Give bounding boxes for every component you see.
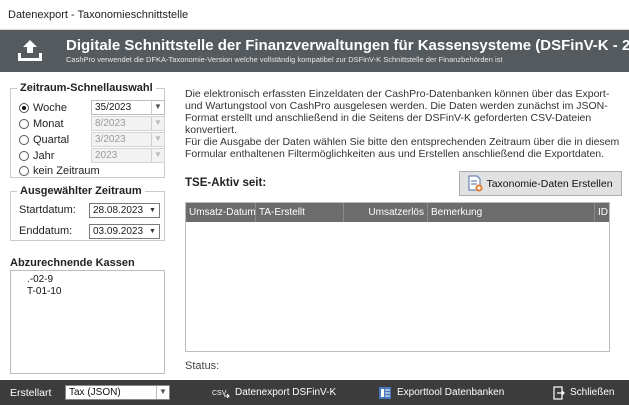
column-header-id[interactable]: ID — [595, 203, 609, 222]
radio-quartal[interactable]: Quartal — [19, 132, 69, 147]
footer-bar: Erstellart Tax (JSON) ▼ CSV Datenexport … — [0, 380, 629, 405]
column-header-ta-erstellt[interactable]: TA-Erstellt — [256, 203, 344, 222]
radio-kein-zeitraum[interactable]: kein Zeitraum — [19, 163, 100, 178]
kassen-list[interactable]: .-02-9 T-01-10 — [10, 270, 165, 374]
monat-value: 8/2023 — [95, 118, 126, 129]
chevron-down-icon: ▼ — [151, 133, 164, 146]
radio-monat[interactable]: Monat — [19, 116, 64, 131]
radio-circle[interactable] — [19, 150, 29, 161]
create-taxonomy-button[interactable]: Taxonomie-Daten Erstellen — [459, 171, 622, 196]
kassen-title: Abzurechnende Kassen — [10, 257, 135, 269]
window-titlebar: Datenexport - Taxonomieschnittstelle — [0, 0, 629, 30]
export-dsfinvk-label: Datenexport DSFinV-K — [235, 387, 337, 398]
create-taxonomy-label: Taxonomie-Daten Erstellen — [486, 177, 613, 190]
radio-circle[interactable] — [19, 118, 29, 129]
start-date-value: 28.08.2023 — [93, 205, 144, 216]
woche-select[interactable]: 35/2023 ▼ — [91, 100, 165, 115]
selected-range-group: Ausgewählter Zeitraum Startdatum: 28.08.… — [10, 185, 165, 241]
exporttool-button[interactable]: Exporttool Datenbanken — [378, 383, 504, 402]
upload-tray-icon — [18, 40, 42, 61]
start-date-label: Startdatum: — [19, 204, 76, 216]
chevron-down-icon: ▼ — [151, 117, 164, 130]
jahr-select: 2023 ▼ — [91, 148, 165, 163]
document-add-icon — [468, 175, 483, 192]
right-panel: Die elektronisch erfassten Einzeldaten d… — [185, 84, 625, 374]
erstellart-value: Tax (JSON) — [69, 387, 121, 398]
exporttool-label: Exporttool Datenbanken — [397, 387, 505, 398]
column-header-umsatzerloes[interactable]: Umsatzerlös — [344, 203, 428, 222]
radio-label: kein Zeitraum — [33, 164, 100, 177]
chevron-down-icon: ▼ — [151, 149, 164, 162]
radio-label: Woche — [33, 101, 68, 114]
calendar-dropdown-icon[interactable]: ▼ — [147, 205, 158, 216]
column-header-bemerkung[interactable]: Bemerkung — [428, 203, 595, 222]
start-date-field[interactable]: 28.08.2023 ▼ — [89, 203, 160, 218]
end-date-label: Enddatum: — [19, 225, 73, 237]
end-date-value: 03.09.2023 — [93, 226, 144, 237]
radio-woche[interactable]: Woche — [19, 100, 67, 115]
quartal-value: 3/2023 — [95, 134, 126, 145]
header-title: Digitale Schnittstelle der Finanzverwalt… — [66, 37, 629, 54]
monat-select: 8/2023 ▼ — [91, 116, 165, 131]
table-header: Umsatz-Datum TA-Erstellt Umsatzerlös Bem… — [186, 203, 609, 222]
radio-jahr[interactable]: Jahr — [19, 148, 54, 163]
radio-label: Jahr — [33, 149, 55, 162]
zeitraum-group: Zeitraum-Schnellauswahl Woche 35/2023 ▼ … — [10, 82, 165, 178]
exit-icon — [553, 385, 565, 400]
tse-active-label: TSE-Aktiv seit: — [185, 177, 267, 189]
info-paragraph-1: Die elektronisch erfassten Einzeldaten d… — [185, 88, 610, 136]
quartal-select: 3/2023 ▼ — [91, 132, 165, 147]
jahr-value: 2023 — [95, 150, 118, 161]
list-item[interactable]: .-02-9 — [27, 274, 53, 285]
chevron-down-icon[interactable]: ▼ — [156, 386, 169, 399]
close-button[interactable]: Schließen — [553, 383, 614, 402]
header-subtitle: CashPro verwendet die DFKA-Taxonomie-Ver… — [66, 55, 503, 64]
radio-circle[interactable] — [19, 134, 29, 145]
chevron-down-icon[interactable]: ▼ — [151, 101, 164, 114]
erstellart-label: Erstellart — [10, 387, 52, 399]
radio-circle[interactable] — [19, 102, 29, 113]
radio-label: Monat — [33, 117, 64, 130]
export-dsfinvk-button[interactable]: CSV Datenexport DSFinV-K — [212, 383, 336, 402]
close-label: Schließen — [570, 387, 615, 398]
info-paragraph-2: Für die Ausgabe der Daten wählen Sie bit… — [185, 136, 620, 160]
window-title: Datenexport - Taxonomieschnittstelle — [8, 9, 189, 21]
erstellart-select[interactable]: Tax (JSON) ▼ — [65, 385, 170, 400]
header-banner: Digitale Schnittstelle der Finanzverwalt… — [0, 30, 629, 72]
radio-label: Quartal — [33, 133, 70, 146]
left-panel: Zeitraum-Schnellauswahl Woche 35/2023 ▼ … — [10, 82, 173, 374]
radio-circle[interactable] — [19, 165, 29, 176]
list-item[interactable]: T-01-10 — [27, 286, 61, 297]
database-table-icon — [379, 386, 391, 399]
csv-file-icon: CSV — [212, 390, 230, 398]
column-header-umsatz-datum[interactable]: Umsatz-Datum — [186, 203, 256, 222]
status-label: Status: — [185, 360, 220, 372]
woche-value: 35/2023 — [95, 102, 132, 113]
end-date-field[interactable]: 03.09.2023 ▼ — [89, 224, 160, 239]
umsatz-table[interactable]: Umsatz-Datum TA-Erstellt Umsatzerlös Bem… — [185, 202, 610, 352]
selected-range-title: Ausgewählter Zeitraum — [17, 185, 145, 197]
calendar-dropdown-icon[interactable]: ▼ — [147, 226, 158, 237]
zeitraum-group-title: Zeitraum-Schnellauswahl — [17, 82, 156, 94]
